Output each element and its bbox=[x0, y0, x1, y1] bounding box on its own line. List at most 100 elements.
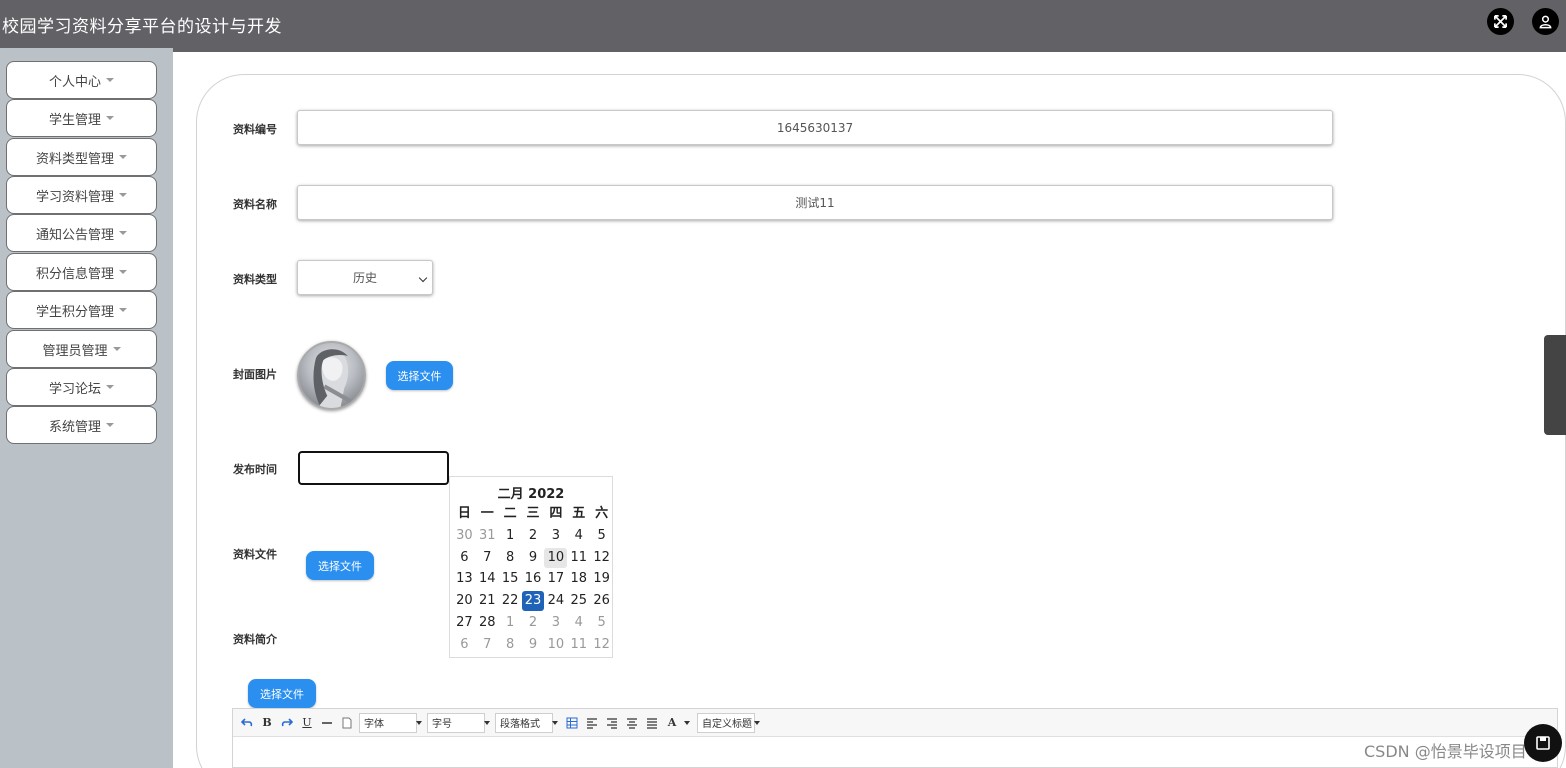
calendar-day[interactable]: 28 bbox=[476, 613, 499, 633]
type-select[interactable]: 历史 bbox=[297, 260, 433, 295]
sidebar-item-notice-mgmt[interactable]: 通知公告管理 bbox=[6, 214, 157, 252]
calendar-day[interactable]: 16 bbox=[522, 569, 545, 589]
user-button[interactable] bbox=[1532, 8, 1559, 35]
calendar-day[interactable]: 5 bbox=[590, 526, 613, 546]
rich-text-editor[interactable]: B U 字体 字号 段落格式 A 自定义标题 bbox=[232, 708, 1558, 768]
calendar-day[interactable]: 19 bbox=[590, 569, 613, 589]
material-file-choose-button[interactable]: 选择文件 bbox=[306, 551, 374, 580]
calendar-weekday: 二 bbox=[503, 506, 517, 521]
back-to-top-button[interactable] bbox=[1524, 724, 1562, 762]
align-center-icon[interactable] bbox=[624, 715, 640, 731]
calendar-day[interactable]: 4 bbox=[567, 526, 590, 546]
calendar-day[interactable]: 15 bbox=[499, 569, 522, 589]
sidebar-item-system-mgmt[interactable]: 系统管理 bbox=[6, 406, 157, 444]
calendar-day[interactable]: 11 bbox=[567, 548, 590, 568]
calendar-day[interactable]: 17 bbox=[544, 569, 567, 589]
calendar-day[interactable]: 2 bbox=[522, 526, 545, 546]
sidebar-item-student-points-mgmt[interactable]: 学生积分管理 bbox=[6, 291, 157, 329]
name-input[interactable]: 测试11 bbox=[297, 185, 1333, 220]
document-icon[interactable] bbox=[339, 715, 355, 731]
sidebar-item-student-mgmt[interactable]: 学生管理 bbox=[6, 99, 157, 137]
sidebar-item-personal-center[interactable]: 个人中心 bbox=[6, 61, 157, 99]
calendar-day[interactable]: 7 bbox=[476, 548, 499, 568]
font-size-dropdown[interactable]: 字号 bbox=[427, 712, 490, 733]
calendar-day[interactable]: 24 bbox=[544, 591, 567, 611]
calendar-day[interactable]: 18 bbox=[567, 569, 590, 589]
calendar-day[interactable]: 6 bbox=[453, 548, 476, 568]
calendar-day[interactable]: 9 bbox=[522, 548, 545, 568]
sidebar-item-study-material-mgmt[interactable]: 学习资料管理 bbox=[6, 176, 157, 214]
table-icon[interactable] bbox=[564, 715, 580, 731]
calendar-day[interactable]: 14 bbox=[476, 569, 499, 589]
calendar-month-title[interactable]: 二月 2022 bbox=[450, 483, 612, 502]
sidebar-item-admin-mgmt[interactable]: 管理员管理 bbox=[6, 330, 157, 368]
caret-down-icon[interactable] bbox=[684, 720, 690, 725]
bold-icon[interactable]: B bbox=[259, 715, 275, 731]
calendar-day[interactable]: 5 bbox=[590, 613, 613, 633]
calendar-day[interactable]: 21 bbox=[476, 591, 499, 611]
calendar-day[interactable]: 2 bbox=[522, 613, 545, 633]
underline-icon[interactable]: U bbox=[299, 715, 315, 731]
calendar-day[interactable]: 31 bbox=[476, 526, 499, 546]
cover-image bbox=[297, 341, 366, 410]
fullscreen-button[interactable] bbox=[1487, 8, 1514, 35]
fullscreen-icon bbox=[1494, 15, 1507, 28]
date-picker-popup: 二月 2022 日一二三四五六 30 31 1 2 3 4 5 6 7 8 9 10 11 12 13 14 1… bbox=[449, 476, 613, 658]
calendar-day[interactable]: 13 bbox=[453, 569, 476, 589]
calendar-day[interactable]: 26 bbox=[590, 591, 613, 611]
calendar-day[interactable]: 4 bbox=[567, 613, 590, 633]
sidebar-item-label: 管理员管理 bbox=[42, 343, 108, 359]
sidebar-item-label: 积分信息管理 bbox=[35, 266, 114, 282]
calendar-day[interactable]: 10 bbox=[544, 635, 567, 655]
sidebar-item-material-type-mgmt[interactable]: 资料类型管理 bbox=[6, 138, 157, 176]
calendar-day[interactable]: 12 bbox=[590, 635, 613, 655]
sidebar-item-points-info-mgmt[interactable]: 积分信息管理 bbox=[6, 253, 157, 291]
calendar-day[interactable]: 30 bbox=[453, 526, 476, 546]
date-label: 发布时间 bbox=[233, 463, 277, 476]
font-color-icon[interactable]: A bbox=[664, 715, 680, 731]
code-input[interactable]: 1645630137 bbox=[297, 110, 1333, 145]
custom-title-dropdown[interactable]: 自定义标题 bbox=[697, 712, 760, 733]
calendar-day[interactable]: 10 bbox=[544, 547, 568, 568]
custom-title-label: 自定义标题 bbox=[702, 719, 752, 730]
align-right-icon[interactable] bbox=[604, 715, 620, 731]
sidebar-item-forum[interactable]: 学习论坛 bbox=[6, 368, 157, 406]
sidebar-item-label: 个人中心 bbox=[48, 74, 101, 90]
calendar-day[interactable]: 1 bbox=[499, 526, 522, 546]
calendar-day[interactable]: 22 bbox=[499, 591, 522, 611]
calendar-weekday: 四 bbox=[549, 506, 563, 521]
calendar-day[interactable]: 8 bbox=[499, 635, 522, 655]
caret-down-icon bbox=[106, 78, 114, 82]
align-left-icon[interactable] bbox=[584, 715, 600, 731]
paragraph-format-dropdown[interactable]: 段落格式 bbox=[495, 712, 558, 733]
calendar-day-selected[interactable]: 23 bbox=[521, 591, 545, 612]
sidebar-item-label: 通知公告管理 bbox=[35, 227, 114, 243]
calendar-day[interactable]: 3 bbox=[544, 526, 567, 546]
side-drawer-tab[interactable] bbox=[1544, 335, 1566, 435]
calendar-day[interactable]: 7 bbox=[476, 635, 499, 655]
calendar-day[interactable]: 20 bbox=[453, 591, 476, 611]
align-justify-icon[interactable] bbox=[644, 715, 660, 731]
calendar-day[interactable]: 25 bbox=[567, 591, 590, 611]
font-family-dropdown[interactable]: 字体 bbox=[359, 712, 422, 733]
calendar-day[interactable]: 11 bbox=[567, 635, 590, 655]
calendar-day[interactable]: 9 bbox=[522, 635, 545, 655]
user-icon bbox=[1539, 15, 1552, 29]
horizontal-rule-icon[interactable] bbox=[319, 715, 335, 731]
calendar-day[interactable]: 1 bbox=[499, 613, 522, 633]
undo-icon[interactable] bbox=[239, 715, 255, 731]
calendar-day[interactable]: 27 bbox=[453, 613, 476, 633]
calendar-day[interactable]: 8 bbox=[499, 548, 522, 568]
calendar-day[interactable]: 6 bbox=[453, 635, 476, 655]
redo-icon[interactable] bbox=[279, 715, 295, 731]
type-label: 资料类型 bbox=[233, 273, 277, 286]
paragraph-format-label: 段落格式 bbox=[500, 719, 540, 730]
publish-date-input[interactable] bbox=[298, 451, 449, 485]
cover-choose-file-button[interactable]: 选择文件 bbox=[386, 361, 453, 390]
caret-down-icon bbox=[416, 720, 422, 725]
intro-label: 资料简介 bbox=[233, 633, 277, 646]
calendar-day[interactable]: 3 bbox=[544, 613, 567, 633]
calendar-week-row: 27 28 1 2 3 4 5 bbox=[453, 613, 613, 633]
intro-choose-file-button[interactable]: 选择文件 bbox=[248, 679, 316, 708]
calendar-day[interactable]: 12 bbox=[590, 548, 613, 568]
